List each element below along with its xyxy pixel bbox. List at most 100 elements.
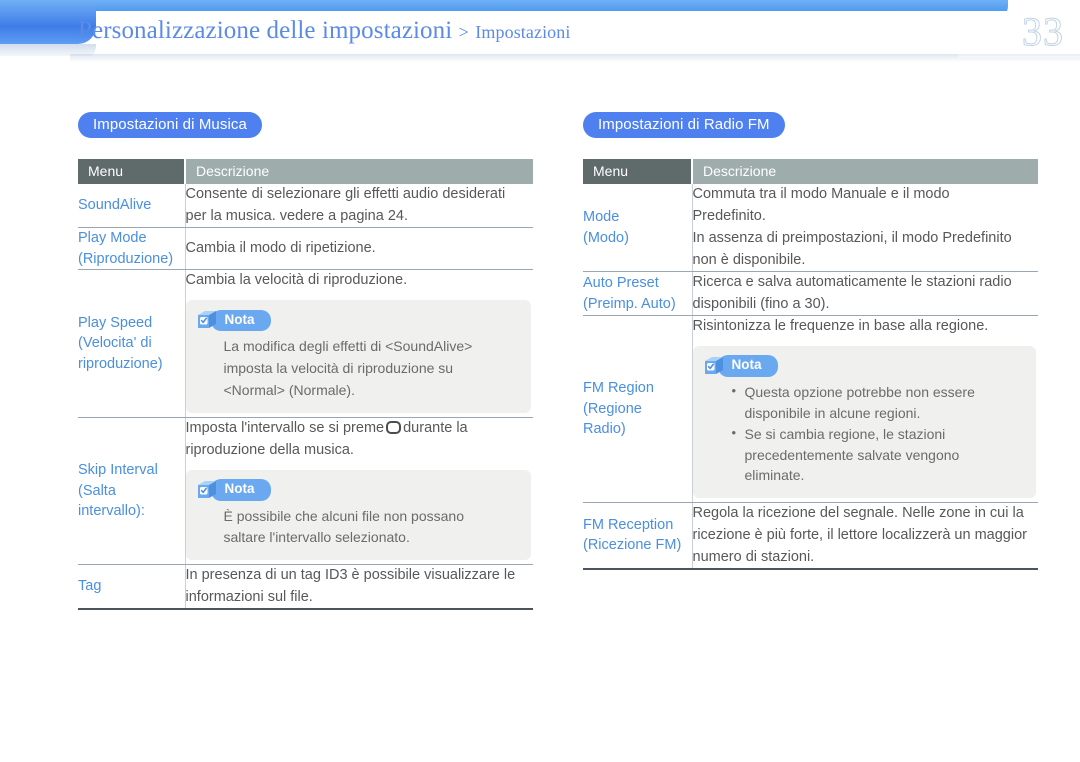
column-header-description: Descrizione [691,159,1038,185]
description-cell: Risintonizza le frequenze in base alla r… [691,315,1038,503]
note-header: Nota [703,355,1025,378]
section-title-music: Impostazioni di Musica [78,112,262,139]
breadcrumb-sub: Impostazioni [475,22,571,42]
description-line: Cambia la velocità di riproduzione. [185,272,408,289]
description-text-after-key: durante la [403,419,468,436]
menu-label-line: (Velocita' di [78,335,152,352]
description-cell: Cambia il modo di ripetizione. [184,227,533,271]
page-number: 33 [1022,9,1064,55]
note-cube-icon [703,355,725,377]
description-line: informazioni sul file. [185,589,313,606]
menu-label-line: Play Mode [78,230,147,247]
header-sheet-shadow [70,54,1080,62]
description-line: riproduzione della musica. [185,441,354,458]
menu-cell: SoundAlive [78,184,185,229]
menu-cell: Mode (Modo) [583,184,692,273]
note-body: È possibile che alcuni file non possano … [196,506,520,548]
table-row: Auto Preset (Preimp. Auto) Ricerca e sal… [583,271,1038,317]
menu-label-line: intervallo): [78,503,145,520]
section-title-fm-radio: Impostazioni di Radio FM [583,112,785,139]
menu-label-line: Play Speed [78,314,153,331]
table-row: Skip Interval (Salta intervallo): Impost… [78,417,534,566]
description-line: non è disponibile. [692,252,806,269]
menu-cell: FM Reception (Ricezione FM) [583,502,692,570]
description-cell: In presenza di un tag ID3 è possibile vi… [184,564,533,611]
menu-cell: Skip Interval (Salta intervallo): [78,417,185,566]
note-cube-icon [196,479,218,501]
menu-label-line: (Ricezione FM) [583,537,682,554]
music-settings-table: Menu Descrizione SoundAlive Consente di … [78,159,534,611]
menu-label-line: (Modo) [583,229,629,246]
description-line: Consente di selezionare gli effetti audi… [185,186,506,203]
note-line: Se si cambia regione, le stazioni [744,425,946,442]
list-item: Se si cambia regione, le stazioni preced… [731,423,1025,486]
fm-radio-settings-table: Menu Descrizione Mode (Modo) Commuta tra… [583,159,1038,570]
column-header-menu: Menu [78,159,185,185]
description-line: per la musica. vedere a pagina 24. [185,208,408,225]
table-row: Play Mode (Riproduzione) Cambia il modo … [78,227,533,271]
note-line: disponibile in alcune regioni. [744,405,921,422]
note-box: Nota È possibile che alcuni file non pos… [185,469,531,561]
note-line: Questa opzione potrebbe non essere [744,384,975,401]
menu-label-line: Auto Preset [583,275,659,292]
note-line: <Normal> (Normale). [223,381,355,398]
note-header: Nota [196,309,520,332]
description-cell: Ricerca e salva automaticamente le stazi… [691,271,1038,317]
description-line: Regola la ricezione del segnale. Nelle z… [692,504,1024,521]
description-line: Ricerca e salva automaticamente le stazi… [692,274,1012,291]
hardware-key-icon [386,420,402,434]
description-line: Cambia il modo di ripetizione. [185,240,376,257]
note-line: precedentemente salvate vengono [744,446,960,463]
description-line: Commuta tra il modo Manuale e il modo [692,186,950,203]
description-cell: Consente di selezionare gli effetti audi… [184,184,533,229]
description-line: Predefinito. [692,208,766,225]
menu-label-line: Skip Interval [78,461,158,478]
table-row: FM Region (Regione Radio) Risintonizza l… [583,315,1038,503]
description-cell: Cambia la velocità di riproduzione. Nota… [184,269,533,418]
note-header: Nota [196,478,520,501]
menu-label-line: FM Region [583,380,654,397]
table-header-row: Menu Descrizione [583,159,1038,185]
column-header-menu: Menu [583,159,692,185]
menu-label-line: (Salta [78,482,116,499]
menu-cell: Play Mode (Riproduzione) [78,227,185,271]
breadcrumb: Personalizzazione delle impostazioni > I… [78,17,570,45]
description-line: ricezione è più forte, il lettore locali… [692,526,1027,543]
section-fm-radio: Impostazioni di Radio FM Menu Descrizion… [583,112,1038,570]
description-line: numero di stazioni. [692,548,815,565]
breadcrumb-main: Personalizzazione delle impostazioni [78,17,453,44]
description-text-before-key: Imposta l'intervallo se si preme [185,419,385,436]
menu-cell: Auto Preset (Preimp. Auto) [583,271,692,317]
description-line: Imposta l'intervallo se si preme durante … [186,418,534,439]
description-cell: Regola la ricezione del segnale. Nelle z… [691,502,1038,570]
note-body: Questa opzione potrebbe non essere dispo… [703,381,1025,486]
note-bullet-list: Questa opzione potrebbe non essere dispo… [731,381,1025,486]
table-row: SoundAlive Consente di selezionare gli e… [78,184,533,229]
menu-cell: FM Region (Regione Radio) [583,315,692,503]
note-body: La modifica degli effetti di <SoundAlive… [196,336,520,400]
section-music: Impostazioni di Musica Menu Descrizione … [78,112,534,611]
menu-label-line: SoundAlive [78,197,152,214]
note-line: eliminate. [744,467,805,484]
menu-label-line: riproduzione) [78,355,163,372]
note-label: Nota [210,309,271,332]
description-cell: Commuta tra il modo Manuale e il modo Pr… [691,184,1038,273]
description-cell: Imposta l'intervallo se si preme durante … [184,417,534,566]
menu-label-line: Tag [78,578,102,595]
note-label: Nota [210,478,271,501]
menu-label-line: Radio) [583,421,626,438]
menu-label-line: (Regione [583,400,642,417]
note-line: imposta la velocità di riproduzione su [223,360,454,377]
table-row: Play Speed (Velocita' di riproduzione) C… [78,269,533,418]
table-row: FM Reception (Ricezione FM) Regola la ri… [583,502,1038,570]
menu-cell: Tag [78,564,185,611]
description-line: In assenza di preimpostazioni, il modo P… [692,230,1012,247]
description-line: disponibili (fino a 30). [692,296,830,313]
note-line: saltare l'intervallo selezionato. [223,529,410,546]
note-line: È possibile che alcuni file non possano [223,507,465,524]
menu-label-line: (Riproduzione) [78,250,174,267]
table-row: Mode (Modo) Commuta tra il modo Manuale … [583,184,1038,273]
table-header-row: Menu Descrizione [78,159,533,185]
menu-cell: Play Speed (Velocita' di riproduzione) [78,269,185,418]
menu-label-line: (Preimp. Auto) [583,295,676,312]
